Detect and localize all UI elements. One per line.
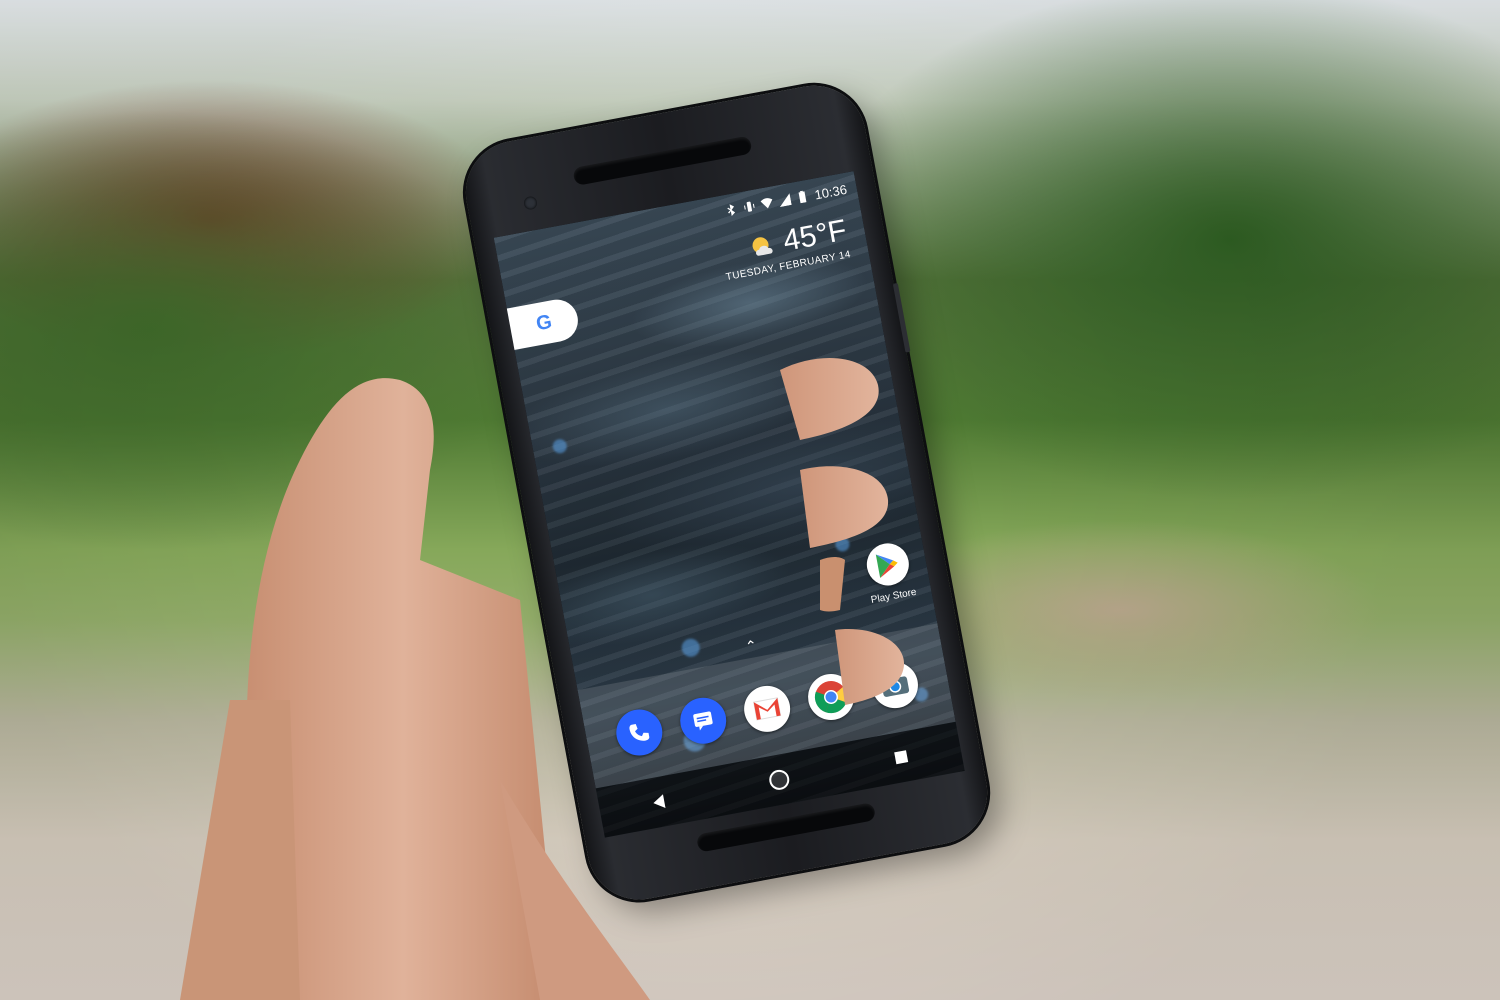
camera-app[interactable]	[868, 658, 923, 712]
vibrate-icon	[744, 201, 756, 212]
wifi-icon	[761, 198, 773, 209]
home-icon[interactable]	[768, 768, 792, 792]
recents-icon[interactable]	[894, 750, 909, 765]
chrome-icon	[815, 680, 848, 714]
messages-icon	[693, 711, 713, 731]
clock-time: 10:36	[813, 181, 849, 202]
gmail-icon	[753, 697, 782, 721]
messages-app[interactable]	[676, 693, 730, 748]
back-icon[interactable]	[651, 794, 666, 811]
battery-icon	[799, 190, 807, 204]
chrome-app[interactable]	[804, 670, 859, 724]
phone-icon	[629, 724, 649, 741]
play-store-shortcut[interactable]: Play Store	[853, 538, 927, 608]
google-g-icon: G	[534, 310, 554, 335]
gmail-app[interactable]	[740, 682, 794, 736]
play-store-icon	[875, 554, 898, 579]
phone-app[interactable]	[612, 705, 666, 760]
bluetooth-icon	[727, 204, 736, 216]
signal-icon	[780, 193, 793, 208]
camera-icon	[881, 674, 910, 697]
partly-cloudy-icon	[752, 237, 773, 256]
